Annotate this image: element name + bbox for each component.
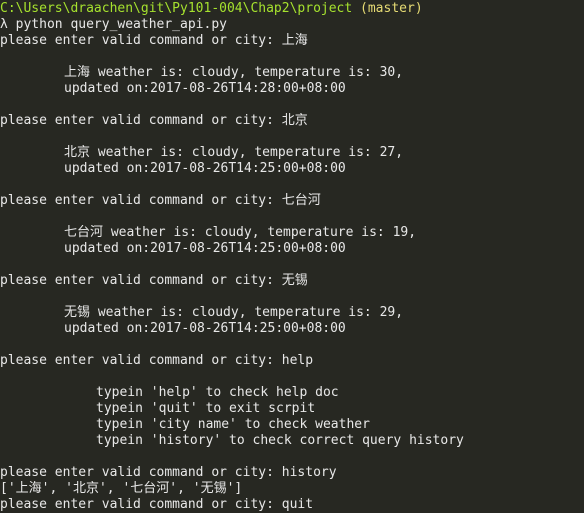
input-line: please enter valid command or city: 无锡 [0,273,308,288]
output-line: updated on:2017-08-26T14:28:00+08:00 [64,81,346,96]
input-line: please enter valid command or city: 七台河 [0,193,321,208]
output-line: 上海 weather is: cloudy, temperature is: 3… [64,65,404,80]
command-line: λ python query_weather_api.py [0,17,227,32]
prompt-path: C:\Users\draachen\git\Py101-004\Chap2\pr… [0,1,353,16]
input-line: please enter valid command or city: help [0,353,314,368]
help-line: typein 'history' to check correct query … [96,433,464,448]
output-line: updated on:2017-08-26T14:25:00+08:00 [64,241,346,256]
history-output: ['上海', '北京', '七台河', '无锡'] [0,481,243,496]
output-line: 七台河 weather is: cloudy, temperature is: … [64,225,417,240]
help-line: typein 'quit' to exit scrpit [96,401,316,416]
active-input-line[interactable]: please enter valid command or city: quit [0,497,584,513]
help-line: typein 'city name' to check weather [96,417,370,432]
prompt-line: C:\Users\draachen\git\Py101-004\Chap2\pr… [0,1,584,17]
active-input-text: please enter valid command or city: quit [0,497,314,512]
input-line: please enter valid command or city: 上海 [0,33,308,48]
terminal-window[interactable]: C:\Users\draachen\git\Py101-004\Chap2\pr… [0,0,584,512]
output-line: 无锡 weather is: cloudy, temperature is: 2… [64,305,404,320]
output-line: 北京 weather is: cloudy, temperature is: 2… [64,145,404,160]
help-line: typein 'help' to check help doc [96,385,339,400]
git-branch: (master) [360,1,423,16]
output-line: updated on:2017-08-26T14:25:00+08:00 [64,321,346,336]
input-line: please enter valid command or city: hist… [0,465,337,480]
input-line: please enter valid command or city: 北京 [0,113,308,128]
output-line: updated on:2017-08-26T14:25:00+08:00 [64,161,346,176]
